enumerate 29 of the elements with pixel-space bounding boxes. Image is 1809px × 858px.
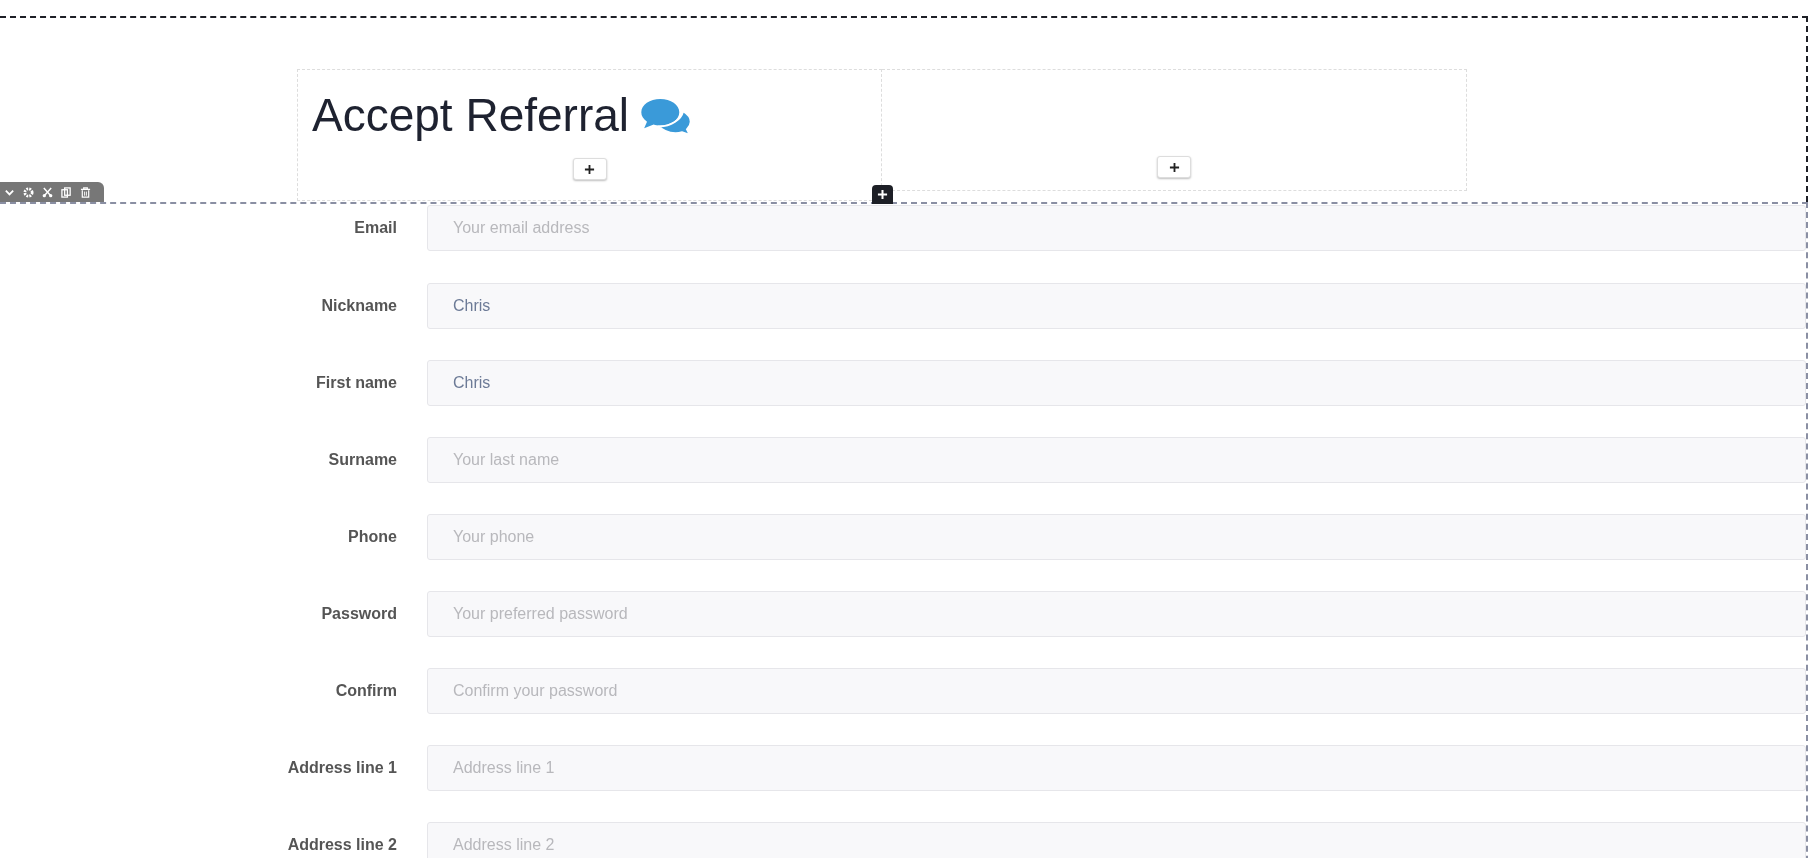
field-label: First name [315, 373, 398, 392]
input-field[interactable]: Chris [427, 282, 1806, 329]
field-label: Surname [327, 450, 398, 469]
field-label: Email [353, 219, 398, 237]
field-label: Address line 2 [286, 835, 398, 854]
add-button[interactable] [572, 158, 607, 180]
input-field[interactable]: Your preferred password [427, 590, 1806, 637]
field-label: Password [320, 604, 398, 623]
input-field[interactable]: Your email address [427, 205, 1806, 251]
field-label: Address line 1 [286, 758, 398, 777]
add-button[interactable] [1157, 156, 1191, 178]
field-label: Nickname [320, 296, 398, 315]
copy-icon[interactable] [61, 186, 72, 198]
plus-icon [877, 189, 888, 200]
settings-icon[interactable] [23, 186, 34, 198]
trash-icon[interactable] [80, 186, 91, 198]
input-field[interactable]: Your last name [427, 436, 1806, 483]
plus-icon [584, 163, 595, 175]
input-field[interactable]: Address line 1 [427, 744, 1806, 791]
input-field[interactable]: Your phone [427, 513, 1806, 560]
plus-icon [1168, 161, 1180, 173]
add-row-button[interactable] [872, 185, 893, 204]
chat-bubbles-icon [639, 97, 693, 135]
input-field[interactable]: Chris [427, 359, 1806, 406]
scissors-icon[interactable] [42, 186, 53, 198]
field-label: Confirm [334, 681, 398, 700]
field-label: Phone [347, 527, 398, 546]
input-field[interactable]: Address line 2 [427, 821, 1806, 858]
input-field[interactable]: Confirm your password [427, 667, 1806, 714]
